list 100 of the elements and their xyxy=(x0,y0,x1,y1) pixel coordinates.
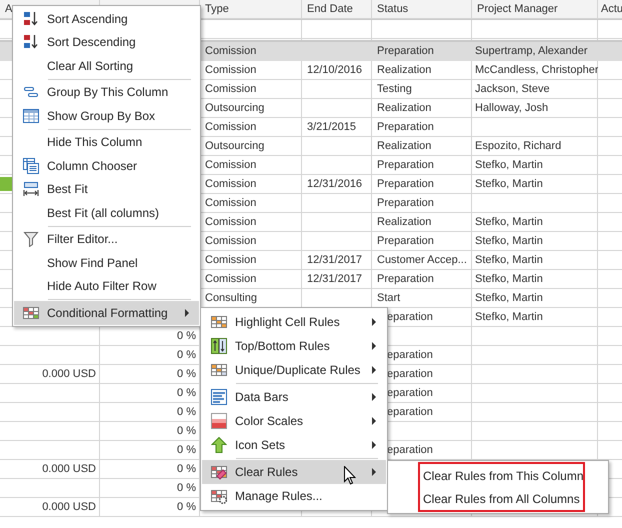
menu-item[interactable]: Unique/Duplicate Rules xyxy=(202,358,386,382)
menu-item[interactable]: Group By This Column xyxy=(14,78,199,104)
table-cell: Supertramp, Alexander xyxy=(475,44,588,59)
menu-item[interactable]: Conditional Formatting xyxy=(14,298,199,324)
color-scale-icon xyxy=(210,413,226,429)
menu-item[interactable]: Hide This Column xyxy=(14,128,199,154)
submenu-arrow-icon xyxy=(372,441,376,449)
table-cell: 0.000 USD xyxy=(42,462,96,477)
table-cell: eparation xyxy=(387,348,433,363)
table-cell: Jackson, Steve xyxy=(475,82,550,97)
submenu-arrow-icon xyxy=(372,468,376,476)
menu-item[interactable]: Icon Sets xyxy=(202,433,386,457)
table-cell: eparation xyxy=(387,310,433,325)
table-cell: 0 % xyxy=(177,424,196,439)
menu-item[interactable]: Clear Rules from This Column xyxy=(420,464,583,487)
table-cell: Comission xyxy=(205,158,256,173)
table-cell: Realization xyxy=(377,101,432,116)
table-cell: Comission xyxy=(205,253,256,268)
table-cell: Preparation xyxy=(377,272,434,287)
table-cell: 0 % xyxy=(177,500,196,515)
table-cell: 0.000 USD xyxy=(42,500,96,515)
table-cell: 12/10/2016 xyxy=(307,63,362,78)
table-cell: Stefko, Martin xyxy=(475,253,543,268)
best-fit-icon xyxy=(22,181,38,198)
menu-item[interactable]: Best Fit xyxy=(14,178,199,201)
conditional-formatting-icon xyxy=(22,304,38,321)
table-cell: Espozito, Richard xyxy=(475,139,562,154)
table-icon xyxy=(22,108,38,124)
table-cell: Outsourcing xyxy=(205,139,264,154)
table-cell: Comission xyxy=(205,120,256,135)
submenu-arrow-icon xyxy=(372,417,376,425)
table-cell: Preparation xyxy=(377,44,434,59)
gear-icon xyxy=(210,488,226,504)
sort-ascending-icon xyxy=(22,10,38,27)
table-cell: Customer Accep... xyxy=(377,253,467,268)
highlight-grid-icon xyxy=(210,314,226,330)
funnel-icon xyxy=(22,231,38,248)
table-cell: McCandless, Christopher xyxy=(475,63,598,78)
table-cell: 3/21/2015 xyxy=(307,120,356,135)
table-cell: Comission xyxy=(205,196,256,211)
table-cell: Stefko, Martin xyxy=(475,291,543,306)
table-cell: Preparation xyxy=(377,177,434,192)
top-bottom-icon xyxy=(210,338,226,354)
table-cell: 0 % xyxy=(177,329,196,344)
table-cell: Halloway, Josh xyxy=(475,101,548,116)
submenu-arrow-icon xyxy=(372,342,376,350)
menu-item[interactable]: Sort Ascending xyxy=(14,7,199,30)
submenu-arrow-icon xyxy=(372,318,376,326)
duplicate-grid-icon xyxy=(210,362,226,378)
table-cell: Stefko, Martin xyxy=(475,177,543,192)
menu-item[interactable]: Clear Rules xyxy=(202,457,386,484)
mouse-pointer-icon xyxy=(344,466,356,485)
column-header[interactable]: Project Manager xyxy=(477,2,558,17)
table-cell: Stefko, Martin xyxy=(475,215,543,230)
table-cell: 0 % xyxy=(177,481,196,496)
table-cell: Outsourcing xyxy=(205,101,264,116)
column-header[interactable]: End Date xyxy=(307,2,353,17)
column-header[interactable]: Status xyxy=(377,2,408,17)
table-cell: 0.000 USD xyxy=(42,367,96,382)
menu-item[interactable]: Data Bars xyxy=(202,382,386,409)
menu-item[interactable]: Clear Rules from All Columns xyxy=(420,487,583,510)
table-cell: eparation xyxy=(387,386,433,401)
column-header[interactable]: A xyxy=(5,2,12,17)
column-header[interactable]: Type xyxy=(205,2,229,17)
table-cell: Realization xyxy=(377,63,432,78)
table-cell: Preparation xyxy=(377,234,434,249)
table-cell: 0 % xyxy=(177,462,196,477)
table-cell: Comission xyxy=(205,44,256,59)
table-cell: Start xyxy=(377,291,400,306)
menu-item[interactable]: Hide Auto Filter Row xyxy=(14,274,199,298)
data-bars-icon xyxy=(210,389,226,405)
sort-descending-icon xyxy=(22,34,38,50)
menu-item[interactable]: Filter Editor... xyxy=(14,224,199,251)
menu-item[interactable]: Color Scales xyxy=(202,409,386,433)
table-cell: eparation xyxy=(387,405,433,420)
table-cell: 12/31/2017 xyxy=(307,253,362,268)
table-cell: Comission xyxy=(205,82,256,97)
table-cell: Comission xyxy=(205,234,256,249)
table-cell: 12/31/2017 xyxy=(307,272,362,287)
table-cell: Stefko, Martin xyxy=(475,272,543,287)
menu-item[interactable]: Manage Rules... xyxy=(202,484,386,508)
table-cell: Comission xyxy=(205,177,256,192)
menu-item[interactable]: Column Chooser xyxy=(14,154,199,178)
menu-item[interactable]: Top/Bottom Rules xyxy=(202,334,386,358)
table-cell: 0 % xyxy=(177,443,196,458)
table-cell: Preparation xyxy=(377,158,434,173)
menu-item[interactable]: Best Fit (all columns) xyxy=(14,201,199,224)
table-cell: Stefko, Martin xyxy=(475,158,543,173)
menu-item[interactable]: Highlight Cell Rules xyxy=(202,310,386,334)
table-cell: Stefko, Martin xyxy=(475,234,543,249)
menu-item[interactable]: Show Find Panel xyxy=(14,251,199,274)
table-cell: Comission xyxy=(205,215,256,230)
column-header[interactable]: Actu xyxy=(601,2,622,17)
table-cell: eparation xyxy=(387,367,433,382)
table-cell: Comission xyxy=(205,63,256,78)
eraser-icon xyxy=(210,464,226,480)
table-cell: 0 % xyxy=(177,367,196,382)
table-cell: 12/31/2016 xyxy=(307,177,362,192)
table-cell: 0 % xyxy=(177,405,196,420)
menu-item[interactable]: Show Group By Box xyxy=(14,104,199,128)
